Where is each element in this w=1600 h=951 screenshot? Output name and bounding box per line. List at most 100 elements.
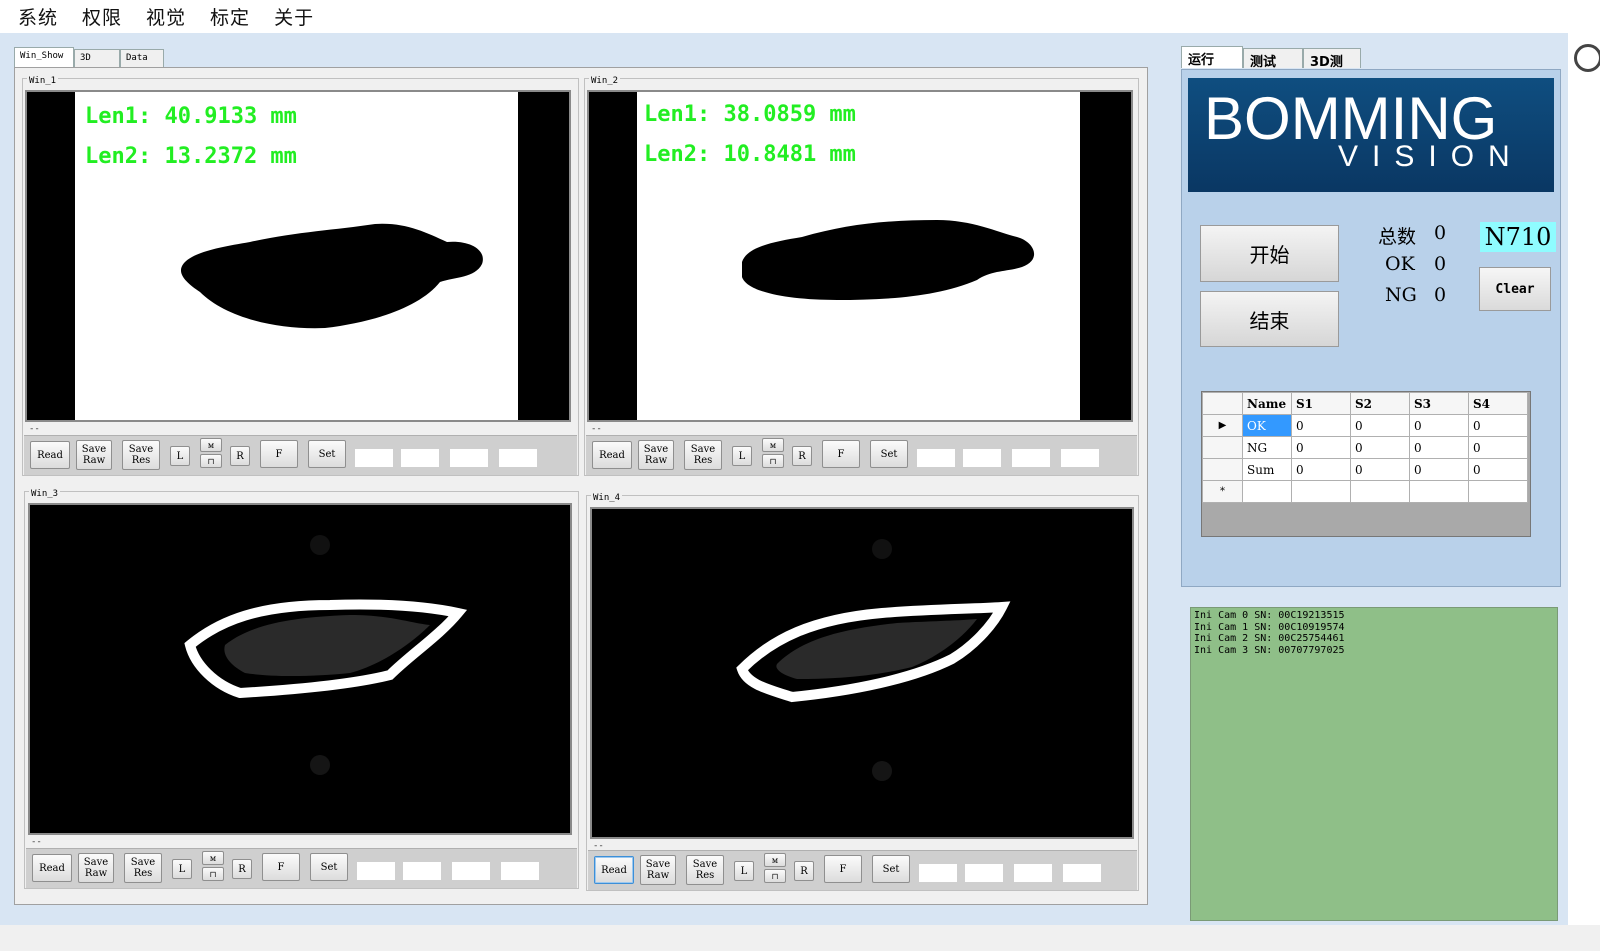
down-button[interactable]: ⊓ xyxy=(764,869,786,883)
save-raw-button[interactable]: Save Raw xyxy=(78,853,114,883)
column-header[interactable]: Name xyxy=(1242,392,1292,415)
left-button[interactable]: L xyxy=(734,861,754,881)
value-field[interactable] xyxy=(1013,863,1053,883)
read-button[interactable]: Read xyxy=(32,854,72,882)
image-view-2[interactable]: Len1: 38.0859 mm Len2: 10.8481 mm xyxy=(587,90,1133,422)
table-cell[interactable]: 0 xyxy=(1291,458,1351,481)
column-header[interactable]: S2 xyxy=(1350,392,1410,415)
down-button[interactable]: ⊓ xyxy=(762,454,784,468)
menu-calibration[interactable]: 标定 xyxy=(210,3,250,30)
up-button[interactable]: ᴍ xyxy=(764,853,786,867)
table-cell[interactable]: OK xyxy=(1242,414,1292,437)
tab-run[interactable]: 运行 xyxy=(1181,46,1243,68)
right-button[interactable]: R xyxy=(232,859,252,879)
table-cell[interactable] xyxy=(1242,480,1292,503)
table-cell[interactable]: 0 xyxy=(1468,458,1528,481)
table-cell[interactable]: 0 xyxy=(1468,414,1528,437)
right-button[interactable]: R xyxy=(230,446,250,466)
save-raw-button[interactable]: Save Raw xyxy=(638,440,674,470)
down-button[interactable]: ⊓ xyxy=(200,454,222,468)
value-field[interactable] xyxy=(1060,448,1100,468)
value-field[interactable] xyxy=(449,448,489,468)
table-cell[interactable] xyxy=(1409,480,1469,503)
fit-button[interactable]: F xyxy=(262,853,300,881)
set-button[interactable]: Set xyxy=(310,853,348,881)
up-button[interactable]: ᴍ xyxy=(202,851,224,865)
right-button[interactable]: R xyxy=(794,861,814,881)
image-view-4[interactable] xyxy=(590,507,1134,839)
stop-button[interactable]: 结束 xyxy=(1200,291,1339,347)
save-res-button[interactable]: Save Res xyxy=(122,440,160,470)
tab-test[interactable]: 测试 xyxy=(1243,48,1303,70)
value-field[interactable] xyxy=(354,448,394,468)
table-row[interactable]: Sum 0 0 0 0 xyxy=(1202,458,1528,481)
save-res-button[interactable]: Save Res xyxy=(684,440,722,470)
table-cell[interactable]: 0 xyxy=(1291,414,1351,437)
save-res-button[interactable]: Save Res xyxy=(124,853,162,883)
left-button[interactable]: L xyxy=(170,446,190,466)
fit-button[interactable]: F xyxy=(822,440,860,468)
table-cell[interactable]: 0 xyxy=(1350,414,1410,437)
value-field[interactable] xyxy=(964,863,1004,883)
start-button[interactable]: 开始 xyxy=(1200,225,1339,282)
table-cell[interactable]: 0 xyxy=(1409,436,1469,459)
table-row[interactable]: ▶ OK 0 0 0 0 xyxy=(1202,414,1528,437)
table-row-new[interactable]: * xyxy=(1202,480,1528,503)
table-cell[interactable] xyxy=(1468,480,1528,503)
set-button[interactable]: Set xyxy=(308,440,346,468)
column-header[interactable]: S1 xyxy=(1291,392,1351,415)
value-field[interactable] xyxy=(962,448,1002,468)
value-field[interactable] xyxy=(498,448,538,468)
value-field[interactable] xyxy=(356,861,396,881)
tab-3d-test[interactable]: 3D测试 xyxy=(1303,48,1361,89)
table-cell[interactable]: 0 xyxy=(1350,458,1410,481)
set-button[interactable]: Set xyxy=(870,440,908,468)
fit-button[interactable]: F xyxy=(824,855,862,883)
table-cell[interactable]: Sum xyxy=(1242,458,1292,481)
up-button[interactable]: ᴍ xyxy=(200,438,222,452)
value-field[interactable] xyxy=(500,861,540,881)
tab-data[interactable]: Data xyxy=(120,49,164,67)
set-button[interactable]: Set xyxy=(872,855,910,883)
table-cell[interactable]: 0 xyxy=(1350,436,1410,459)
up-button[interactable]: ᴍ xyxy=(762,438,784,452)
value-field[interactable] xyxy=(1062,863,1102,883)
table-cell[interactable]: 0 xyxy=(1291,436,1351,459)
menu-permission[interactable]: 权限 xyxy=(82,3,122,30)
column-header[interactable]: S4 xyxy=(1468,392,1528,415)
right-button[interactable]: R xyxy=(792,446,812,466)
left-button[interactable]: L xyxy=(172,859,192,879)
image-view-1[interactable]: Len1: 40.9133 mm Len2: 13.2372 mm xyxy=(25,90,571,422)
table-row[interactable]: NG 0 0 0 0 xyxy=(1202,436,1528,459)
save-raw-button[interactable]: Save Raw xyxy=(76,440,112,470)
value-field[interactable] xyxy=(918,863,958,883)
value-field[interactable] xyxy=(916,448,956,468)
image-view-3[interactable] xyxy=(28,503,572,835)
clear-button[interactable]: Clear xyxy=(1479,267,1551,311)
tab-3d[interactable]: 3D xyxy=(74,49,120,67)
value-field[interactable] xyxy=(1011,448,1051,468)
table-cell[interactable] xyxy=(1350,480,1410,503)
menu-vision[interactable]: 视觉 xyxy=(146,3,186,30)
left-button[interactable]: L xyxy=(732,446,752,466)
table-cell[interactable]: 0 xyxy=(1468,436,1528,459)
save-res-button[interactable]: Save Res xyxy=(686,855,724,885)
read-button[interactable]: Read xyxy=(592,441,632,469)
table-cell[interactable]: 0 xyxy=(1409,458,1469,481)
value-field[interactable] xyxy=(402,861,442,881)
log-box[interactable]: Ini Cam 0 SN: 00C19213515 Ini Cam 1 SN: … xyxy=(1190,607,1558,921)
menu-system[interactable]: 系统 xyxy=(18,3,58,30)
tab-win-show[interactable]: Win_Show xyxy=(14,47,74,67)
table-cell[interactable] xyxy=(1291,480,1351,503)
table-cell[interactable]: NG xyxy=(1242,436,1292,459)
save-raw-button[interactable]: Save Raw xyxy=(640,855,676,885)
fit-button[interactable]: F xyxy=(260,440,298,468)
read-button[interactable]: Read xyxy=(594,856,634,884)
column-header[interactable]: S3 xyxy=(1409,392,1469,415)
read-button[interactable]: Read xyxy=(30,441,70,469)
table-cell[interactable]: 0 xyxy=(1409,414,1469,437)
down-button[interactable]: ⊓ xyxy=(202,867,224,881)
value-field[interactable] xyxy=(400,448,440,468)
menu-about[interactable]: 关于 xyxy=(274,3,314,30)
value-field[interactable] xyxy=(451,861,491,881)
